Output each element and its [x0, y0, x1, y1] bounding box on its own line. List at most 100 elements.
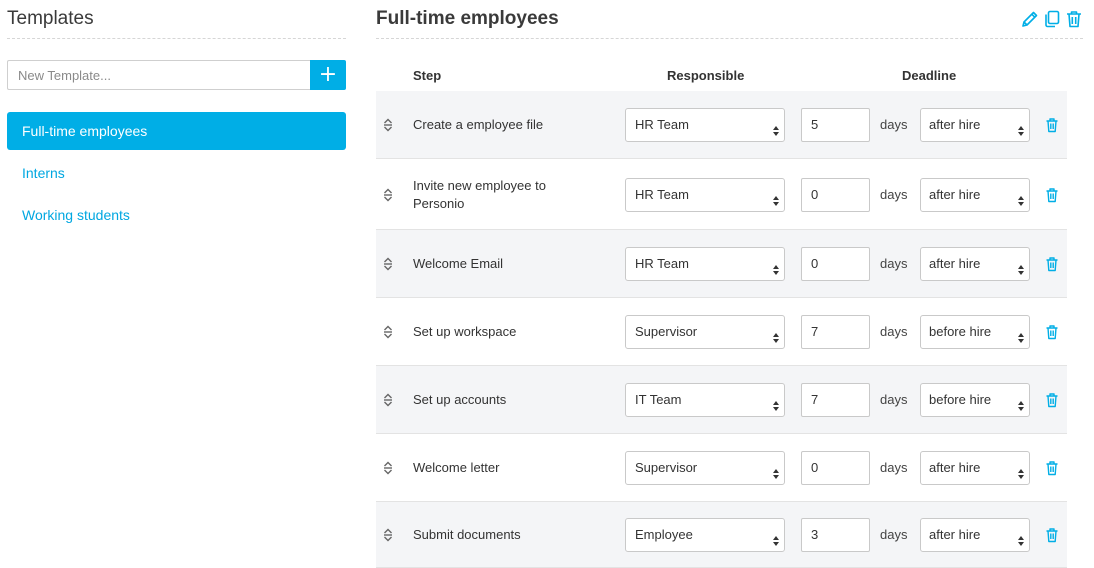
- step-label: Welcome letter: [413, 460, 500, 475]
- deadline-relation-value: after hire: [929, 460, 981, 475]
- drag-handle-icon[interactable]: [382, 325, 394, 339]
- responsible-value: HR Team: [635, 117, 689, 132]
- trash-icon[interactable]: [1064, 9, 1084, 29]
- responsible-select[interactable]: HR Team: [625, 247, 785, 281]
- responsible-select[interactable]: HR Team: [625, 178, 785, 212]
- pencil-icon[interactable]: [1020, 9, 1040, 29]
- delete-step-icon[interactable]: [1045, 460, 1059, 476]
- drag-handle-icon[interactable]: [382, 528, 394, 542]
- days-unit-label: days: [880, 392, 908, 407]
- delete-step-icon[interactable]: [1045, 527, 1059, 543]
- delete-step-icon[interactable]: [1045, 117, 1059, 133]
- responsible-value: HR Team: [635, 187, 689, 202]
- responsible-select[interactable]: HR Team: [625, 108, 785, 142]
- responsible-value: HR Team: [635, 256, 689, 271]
- responsible-value: Supervisor: [635, 324, 698, 339]
- deadline-relation-value: after hire: [929, 117, 981, 132]
- template-item-interns[interactable]: Interns: [7, 154, 346, 192]
- drag-handle-icon[interactable]: [382, 118, 394, 132]
- days-unit-label: days: [880, 460, 908, 475]
- deadline-relation-select[interactable]: before hire: [920, 383, 1030, 417]
- select-arrows-icon: [772, 393, 780, 411]
- delete-step-icon[interactable]: [1045, 392, 1059, 408]
- days-unit-label: days: [880, 117, 908, 132]
- select-arrows-icon: [772, 461, 780, 479]
- step-label: Set up accounts: [413, 392, 507, 407]
- deadline-days-input[interactable]: 0: [801, 247, 870, 281]
- step-label: Set up workspace: [413, 324, 517, 339]
- deadline-relation-value: before hire: [929, 392, 992, 407]
- deadline-relation-select[interactable]: after hire: [920, 247, 1030, 281]
- responsible-value: Employee: [635, 527, 693, 542]
- table-row: Welcome letter Supervisor 0 days after hire: [376, 434, 1067, 502]
- table-row: Set up workspace Supervisor 7 days before hi…: [376, 298, 1067, 366]
- delete-step-icon[interactable]: [1045, 324, 1059, 340]
- step-label: Create a employee file: [413, 117, 544, 132]
- deadline-relation-value: before hire: [929, 324, 992, 339]
- table-row: Create a employee file HR Team 5 days after …: [376, 91, 1067, 159]
- table-row: Submit documents Employee 3 days after hire: [376, 502, 1067, 568]
- select-arrows-icon: [1017, 528, 1025, 546]
- deadline-relation-value: after hire: [929, 187, 981, 202]
- column-header-responsible: Responsible: [667, 68, 745, 83]
- deadline-relation-select[interactable]: after hire: [920, 178, 1030, 212]
- sidebar-divider: [7, 38, 346, 39]
- responsible-value: Supervisor: [635, 460, 698, 475]
- main-divider: [376, 38, 1083, 39]
- deadline-relation-select[interactable]: after hire: [920, 108, 1030, 142]
- copy-icon[interactable]: [1042, 9, 1062, 29]
- drag-handle-icon[interactable]: [382, 257, 394, 271]
- delete-step-icon[interactable]: [1045, 187, 1059, 203]
- table-row: Welcome Email HR Team 0 days after hire: [376, 230, 1067, 298]
- responsible-value: IT Team: [635, 392, 682, 407]
- column-header-deadline: Deadline: [902, 68, 957, 83]
- days-unit-label: days: [880, 256, 908, 271]
- days-unit-label: days: [880, 324, 908, 339]
- select-arrows-icon: [772, 118, 780, 136]
- new-template-input[interactable]: [7, 60, 310, 90]
- drag-handle-icon[interactable]: [382, 188, 394, 202]
- sidebar-title: Templates: [7, 8, 94, 29]
- select-arrows-icon: [1017, 325, 1025, 343]
- step-label: Submit documents: [413, 527, 521, 542]
- days-unit-label: days: [880, 187, 908, 202]
- select-arrows-icon: [1017, 188, 1025, 206]
- select-arrows-icon: [1017, 257, 1025, 275]
- table-row: Invite new employee to Personio HR Team 0 d…: [376, 159, 1067, 230]
- drag-handle-icon[interactable]: [382, 393, 394, 407]
- step-label: Invite new employee to Personio: [413, 178, 546, 211]
- delete-step-icon[interactable]: [1045, 256, 1059, 272]
- deadline-relation-select[interactable]: after hire: [920, 451, 1030, 485]
- days-unit-label: days: [880, 527, 908, 542]
- select-arrows-icon: [772, 325, 780, 343]
- template-item-working-students[interactable]: Working students: [7, 196, 346, 234]
- column-header-step: Step: [413, 68, 442, 83]
- template-title: Full-time employees: [376, 8, 559, 29]
- add-template-button[interactable]: +: [310, 60, 346, 90]
- select-arrows-icon: [1017, 461, 1025, 479]
- table-row: Set up accounts IT Team 7 days before hire: [376, 366, 1067, 434]
- new-template-form: +: [7, 60, 346, 90]
- deadline-days-input[interactable]: 0: [801, 451, 870, 485]
- template-item-full-time-employees[interactable]: Full-time employees: [7, 112, 346, 150]
- responsible-select[interactable]: Supervisor: [625, 315, 785, 349]
- select-arrows-icon: [1017, 393, 1025, 411]
- select-arrows-icon: [1017, 118, 1025, 136]
- deadline-relation-value: after hire: [929, 256, 981, 271]
- deadline-days-input[interactable]: 3: [801, 518, 870, 552]
- deadline-days-input[interactable]: 7: [801, 315, 870, 349]
- responsible-select[interactable]: IT Team: [625, 383, 785, 417]
- deadline-days-input[interactable]: 5: [801, 108, 870, 142]
- deadline-days-input[interactable]: 0: [801, 178, 870, 212]
- deadline-relation-value: after hire: [929, 527, 981, 542]
- deadline-days-input[interactable]: 7: [801, 383, 870, 417]
- responsible-select[interactable]: Supervisor: [625, 451, 785, 485]
- select-arrows-icon: [772, 188, 780, 206]
- select-arrows-icon: [772, 528, 780, 546]
- step-label: Welcome Email: [413, 256, 504, 271]
- select-arrows-icon: [772, 257, 780, 275]
- drag-handle-icon[interactable]: [382, 461, 394, 475]
- responsible-select[interactable]: Employee: [625, 518, 785, 552]
- deadline-relation-select[interactable]: after hire: [920, 518, 1030, 552]
- deadline-relation-select[interactable]: before hire: [920, 315, 1030, 349]
